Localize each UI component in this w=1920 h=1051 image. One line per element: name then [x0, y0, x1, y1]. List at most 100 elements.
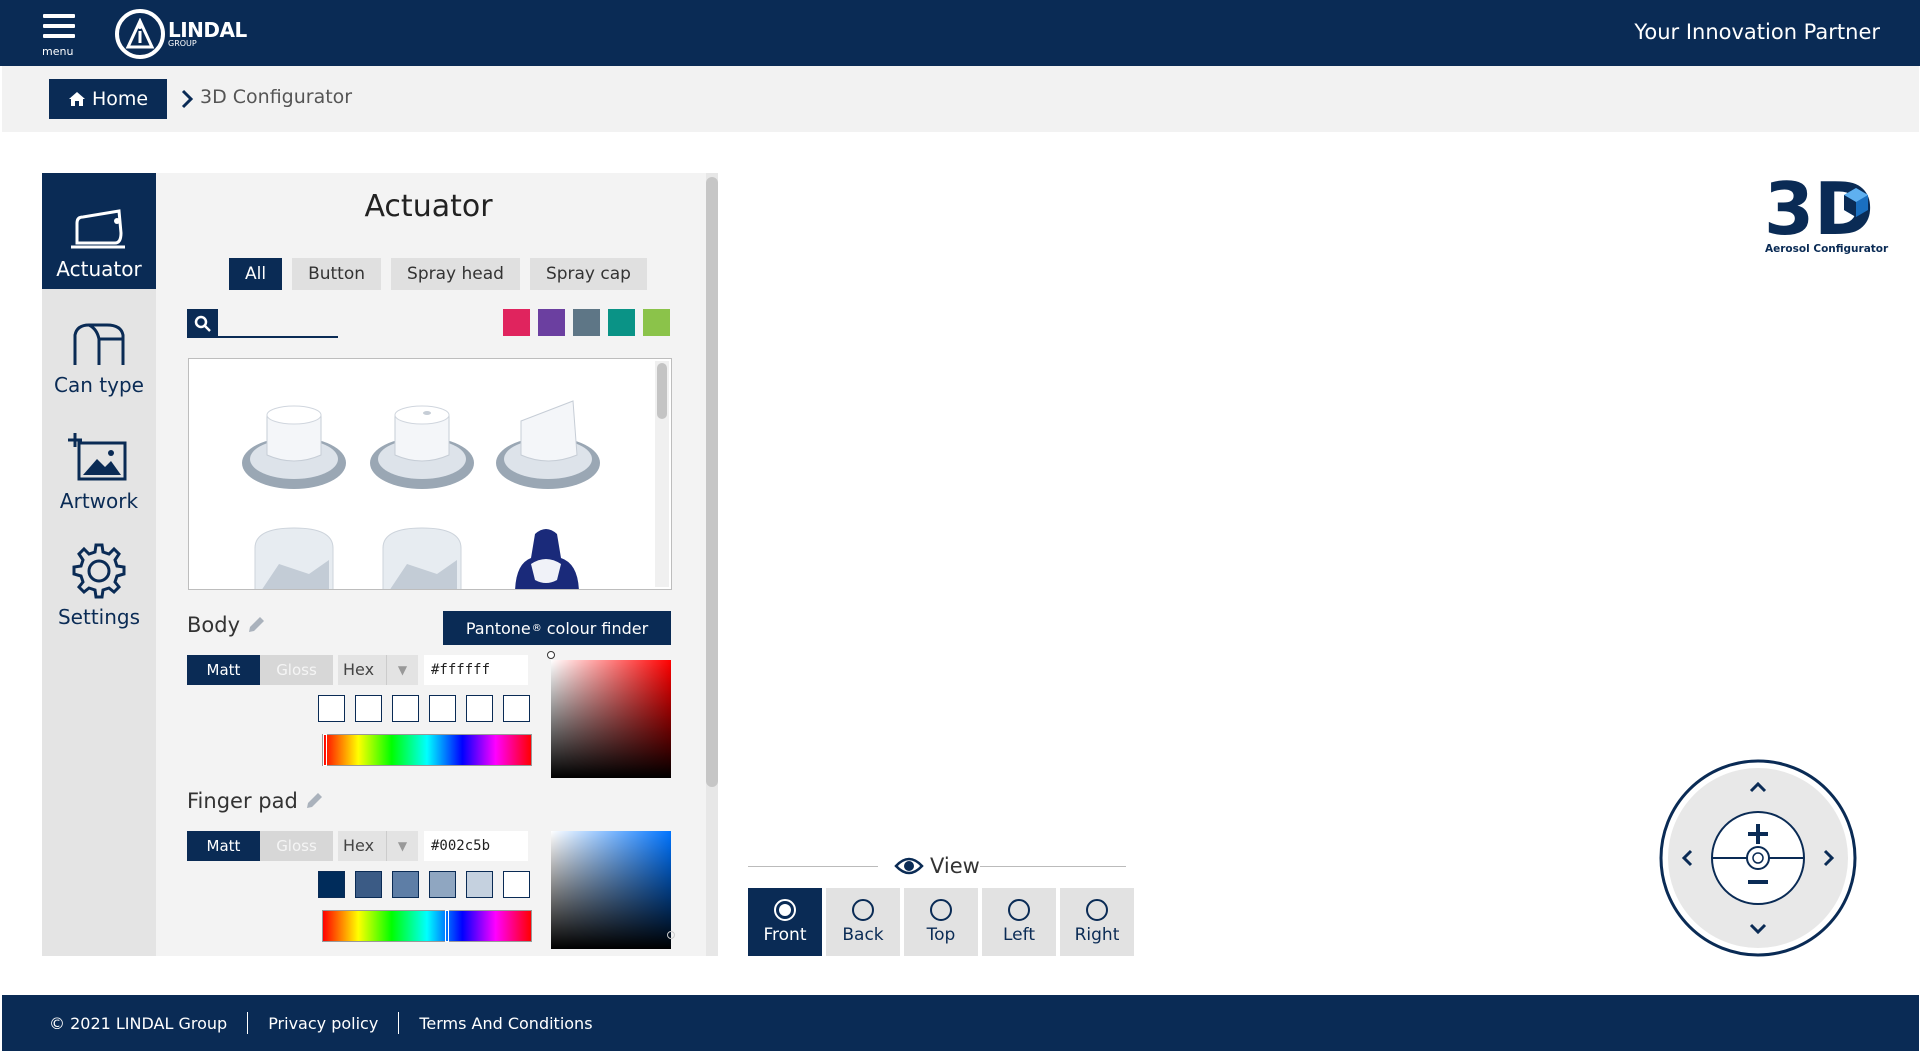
home-icon — [68, 92, 85, 106]
finger-pad-label: Finger pad — [187, 789, 298, 813]
category-tabs: All Button Spray head Spray cap — [229, 258, 647, 290]
view-option-label: Top — [926, 925, 956, 945]
view-option-label: Back — [842, 925, 884, 945]
finger-pad-saturation-picker[interactable] — [551, 831, 675, 949]
body-format-select[interactable]: Hex ▼ — [338, 655, 418, 685]
panel-scrollbar[interactable] — [706, 173, 718, 956]
finger-pad-hue-slider[interactable] — [322, 910, 532, 942]
body-hex-input[interactable]: #ffffff — [424, 655, 528, 685]
search-button[interactable] — [187, 309, 218, 338]
body-color-chip[interactable] — [318, 695, 345, 722]
lindal-logo-icon — [115, 9, 165, 59]
scrollbar-thumb[interactable] — [657, 363, 667, 419]
product-thumbnail[interactable] — [493, 395, 603, 499]
product-thumbnail[interactable] — [239, 395, 349, 499]
panel-title: Actuator — [364, 189, 493, 224]
pantone-colour-finder-button[interactable]: Pantone ® colour finder — [443, 611, 671, 645]
actuator-icon — [71, 209, 125, 249]
sidebar-item-artwork[interactable]: Artwork — [42, 405, 156, 521]
pantone-reg: ® — [531, 622, 542, 634]
pencil-icon[interactable] — [304, 791, 324, 811]
sidebar: Actuator Can type Artwork Settings — [42, 173, 156, 956]
sidebar-item-label: Artwork — [59, 489, 139, 513]
hamburger-icon-bar — [43, 34, 75, 38]
aerosol-configurator-logo: 3D Aerosol Configurator — [1764, 167, 1894, 260]
body-color-chip[interactable] — [466, 695, 493, 722]
tab-all[interactable]: All — [229, 258, 283, 290]
finger-pad-hue-slider-handle[interactable] — [445, 910, 450, 942]
finger-pad-color-chip[interactable] — [466, 871, 493, 898]
body-color-chip[interactable] — [392, 695, 419, 722]
body-saturation-picker[interactable] — [547, 651, 671, 778]
product-thumbnail[interactable] — [501, 524, 591, 589]
camera-navigation-wheel — [1658, 758, 1858, 958]
tagline: Your Innovation Partner — [1634, 20, 1880, 44]
product-thumbnail[interactable] — [249, 524, 339, 589]
finger-pad-color-chip[interactable] — [355, 871, 382, 898]
body-finish-gloss[interactable]: Gloss — [260, 655, 333, 685]
tab-spray-head[interactable]: Spray head — [391, 258, 520, 290]
product-thumbnail[interactable] — [377, 524, 467, 589]
search-input[interactable] — [218, 309, 338, 338]
radio-icon — [930, 899, 952, 921]
divider — [247, 1012, 249, 1034]
reset-rotate-icon[interactable] — [1746, 846, 1770, 870]
lindal-logo[interactable]: LINDAL GROUP — [115, 8, 247, 60]
menu-button[interactable]: menu — [40, 10, 80, 58]
home-button[interactable]: Home — [49, 79, 167, 119]
view-right-button[interactable]: Right — [1060, 888, 1134, 956]
body-hue-slider-handle[interactable] — [323, 734, 327, 766]
pencil-icon[interactable] — [246, 615, 266, 635]
view-option-label: Right — [1074, 925, 1120, 945]
finger-pad-finish-gloss[interactable]: Gloss — [260, 831, 333, 861]
view-option-label: Left — [1003, 925, 1035, 945]
finger-pad-hex-input[interactable]: #002c5b — [424, 831, 528, 861]
artwork-icon — [68, 433, 127, 481]
color-filter-teal[interactable] — [608, 309, 635, 336]
gallery-scrollbar[interactable] — [655, 361, 669, 587]
view-left-button[interactable]: Left — [982, 888, 1056, 956]
copyright: © 2021 LINDAL Group — [49, 1013, 228, 1033]
body-picker-handle[interactable] — [547, 651, 555, 659]
chevron-right-icon — [181, 89, 194, 109]
home-label: Home — [91, 88, 149, 110]
view-top-button[interactable]: Top — [904, 888, 978, 956]
tab-spray-cap[interactable]: Spray cap — [529, 258, 647, 290]
hamburger-icon — [43, 14, 75, 18]
color-filter-purple[interactable] — [538, 309, 565, 336]
brand-sub: Aerosol Configurator — [1765, 243, 1889, 255]
view-back-button[interactable]: Back — [826, 888, 900, 956]
body-color-chip[interactable] — [503, 695, 530, 722]
finger-pad-picker-handle[interactable] — [667, 931, 675, 939]
sidebar-item-can-type[interactable]: Can type — [42, 289, 156, 405]
privacy-policy-link[interactable]: Privacy policy — [268, 1014, 378, 1033]
finger-pad-finish-matt[interactable]: Matt — [187, 831, 260, 861]
radio-icon — [774, 899, 796, 921]
finger-pad-format-select[interactable]: Hex ▼ — [338, 831, 418, 861]
divider — [980, 866, 1126, 867]
tab-button[interactable]: Button — [292, 258, 382, 290]
view-options: Front Back Top Left Right — [748, 888, 1134, 956]
body-finish-matt[interactable]: Matt — [187, 655, 260, 685]
body-color-chip[interactable] — [429, 695, 456, 722]
color-filter-pink[interactable] — [503, 309, 530, 336]
finger-pad-color-chip[interactable] — [429, 871, 456, 898]
body-color-chips — [318, 695, 530, 722]
sidebar-item-actuator[interactable]: Actuator — [42, 173, 156, 289]
sidebar-item-settings[interactable]: Settings — [42, 521, 156, 637]
finger-pad-color-chip[interactable] — [318, 871, 345, 898]
body-format-value: Hex — [343, 660, 375, 679]
product-thumbnail[interactable] — [367, 395, 477, 499]
radio-icon — [1086, 899, 1108, 921]
view-label: View — [930, 854, 980, 878]
view-front-button[interactable]: Front — [748, 888, 822, 956]
body-hue-slider[interactable] — [322, 734, 532, 766]
scrollbar-thumb[interactable] — [706, 177, 718, 787]
body-color-chip[interactable] — [355, 695, 382, 722]
color-filter-grey[interactable] — [573, 309, 600, 336]
terms-link[interactable]: Terms And Conditions — [419, 1014, 592, 1033]
finger-pad-color-chip[interactable] — [503, 871, 530, 898]
finger-pad-color-chip[interactable] — [392, 871, 419, 898]
sidebar-item-label: Actuator — [56, 257, 142, 281]
color-filter-green[interactable] — [643, 309, 670, 336]
